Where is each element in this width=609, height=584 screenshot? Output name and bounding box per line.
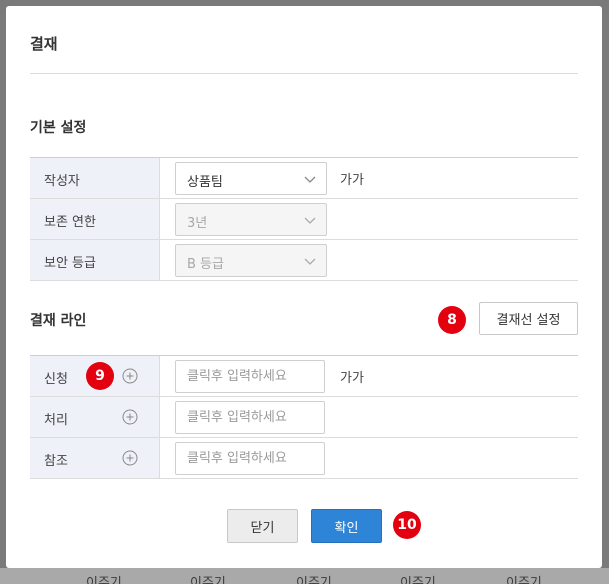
approval-dialog: 결재 기본 설정 작성자 상품팀 가가 보존 연한 3년 보안 등급 B 등급 xyxy=(6,6,602,568)
step-badge-8: 8 xyxy=(438,306,466,334)
request-label: 신청 xyxy=(44,372,68,387)
request-side-text: 가가 xyxy=(340,371,364,386)
request-input[interactable] xyxy=(175,360,325,393)
request-row: 신청 9 가가 xyxy=(30,356,578,397)
approval-line-settings-button[interactable]: 결재선 설정 xyxy=(479,302,578,335)
security-row: 보안 등급 B 등급 xyxy=(30,240,578,281)
close-button[interactable]: 닫기 xyxy=(227,509,298,543)
retention-row: 보존 연한 3년 xyxy=(30,199,578,240)
chevron-down-icon xyxy=(304,258,316,265)
backdrop-tab-text: 이주기 xyxy=(86,576,122,584)
retention-select: 3년 xyxy=(175,203,327,236)
title-divider xyxy=(30,73,578,74)
step-badge-9: 9 xyxy=(86,362,114,390)
backdrop-tab-text: 이주기 xyxy=(190,576,226,584)
basic-settings-table: 작성자 상품팀 가가 보존 연한 3년 보안 등급 B 등급 xyxy=(30,157,578,281)
reference-input[interactable] xyxy=(175,442,325,475)
backdrop-tab-text: 이주기 xyxy=(296,576,332,584)
plus-circle-icon[interactable] xyxy=(122,450,138,466)
security-label: 보안 등급 xyxy=(44,256,96,271)
author-side-text: 가가 xyxy=(340,173,364,188)
retention-select-value: 3년 xyxy=(187,216,208,231)
reference-text-input[interactable] xyxy=(176,443,324,474)
plus-circle-icon[interactable] xyxy=(122,368,138,384)
process-row: 처리 xyxy=(30,397,578,438)
chevron-down-icon xyxy=(304,217,316,224)
approval-line-title: 결재 라인 xyxy=(30,313,87,329)
reference-row: 참조 xyxy=(30,438,578,479)
author-select[interactable]: 상품팀 xyxy=(175,162,327,195)
backdrop-tab-text: 이주기 xyxy=(506,576,542,584)
plus-circle-icon[interactable] xyxy=(122,409,138,425)
backdrop-tab-text: 이주기 xyxy=(400,576,436,584)
step-badge-10: 10 xyxy=(393,511,421,539)
chevron-down-icon xyxy=(304,176,316,183)
process-label: 처리 xyxy=(44,413,68,428)
basic-settings-title: 기본 설정 xyxy=(30,120,87,136)
reference-label: 참조 xyxy=(44,454,68,469)
approval-line-table: 신청 9 가가 처리 참조 xyxy=(30,355,578,479)
confirm-button[interactable]: 확인 xyxy=(311,509,382,543)
author-row: 작성자 상품팀 가가 xyxy=(30,158,578,199)
dialog-title: 결재 xyxy=(30,35,58,53)
request-text-input[interactable] xyxy=(176,361,324,392)
author-label: 작성자 xyxy=(44,174,80,189)
retention-label: 보존 연한 xyxy=(44,215,96,230)
process-input[interactable] xyxy=(175,401,325,434)
process-text-input[interactable] xyxy=(176,402,324,433)
security-select-value: B 등급 xyxy=(187,257,224,272)
author-select-value: 상품팀 xyxy=(187,175,223,190)
security-select: B 등급 xyxy=(175,244,327,277)
